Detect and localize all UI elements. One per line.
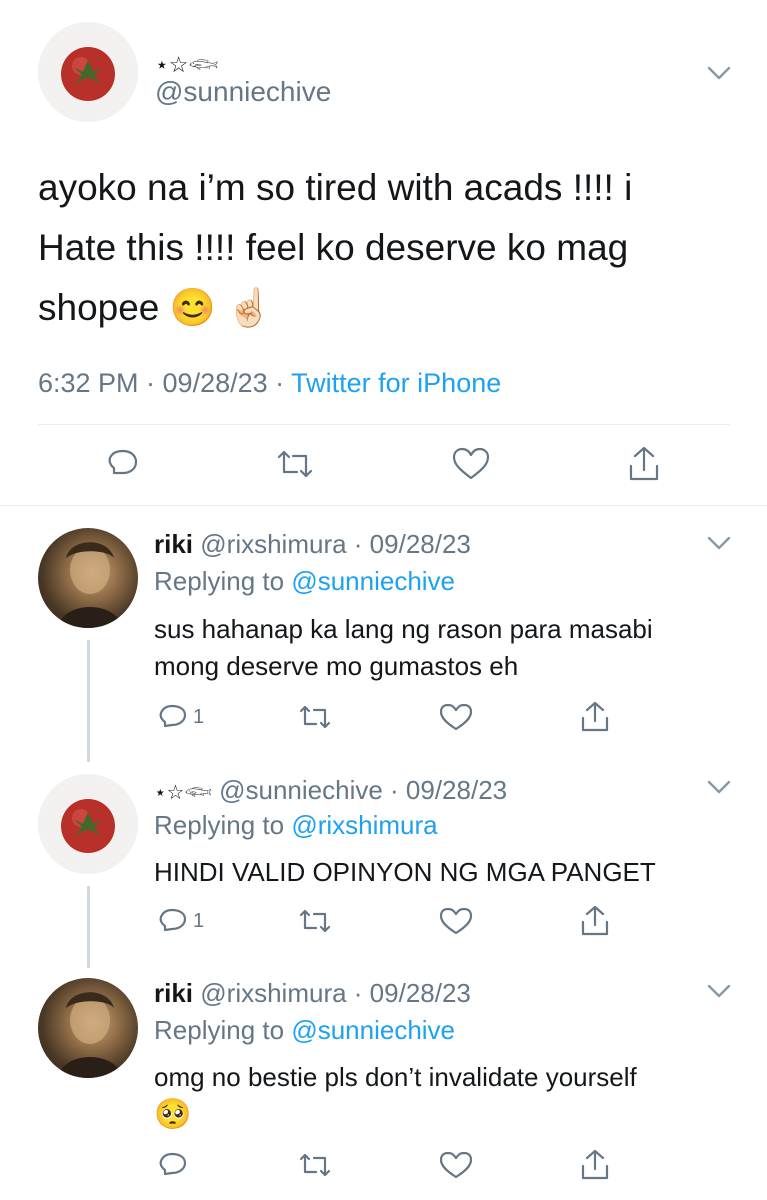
emoji: 🥺	[154, 1098, 192, 1131]
share-icon[interactable]	[579, 700, 611, 734]
timestamp-row: 6:32 PM · 09/28/23 · Twitter for iPhone	[38, 368, 501, 399]
person-photo	[58, 542, 122, 628]
reply-icon[interactable]	[105, 446, 141, 482]
handle-date[interactable]: @rixshimura · 09/28/23	[200, 529, 471, 559]
reply-header: riki @rixshimura · 09/28/23	[154, 978, 471, 1009]
divider	[38, 424, 730, 425]
chevron-down-icon[interactable]	[706, 64, 732, 82]
mention-link[interactable]: @sunniechive	[291, 1015, 455, 1045]
thread-line	[87, 886, 90, 968]
reply-header: ⋆☆𓆟 @sunniechive · 09/28/23	[154, 773, 507, 806]
tomato-icon	[61, 47, 115, 101]
retweet-icon[interactable]	[297, 906, 333, 936]
replying-label: Replying to	[154, 810, 292, 840]
reply-count: 1	[193, 706, 205, 728]
thread-line	[87, 640, 90, 762]
share-icon[interactable]	[626, 444, 662, 484]
reply-text-line: mong deserve mo gumastos eh	[154, 651, 519, 681]
display-name[interactable]: riki	[154, 978, 193, 1008]
tweet-text-line: shopee	[38, 287, 160, 328]
replying-label: Replying to	[154, 1015, 292, 1045]
reply-text: sus hahanap ka lang ng rason para masabi…	[154, 611, 653, 685]
tweet-source[interactable]: Twitter for iPhone	[291, 368, 501, 398]
tomato-icon	[61, 799, 115, 853]
mention-link[interactable]: @sunniechive	[291, 566, 455, 596]
reply-text-line: HINDI VALID OPINYON NG MGA PANGET	[154, 857, 656, 887]
handle-date[interactable]: @rixshimura · 09/28/23	[200, 978, 471, 1008]
display-name[interactable]: ⋆☆𓆟	[154, 782, 212, 804]
reply-icon[interactable]	[157, 1150, 189, 1180]
reply-text-line: omg no bestie pls don’t invalidate yours…	[154, 1062, 637, 1092]
tweet-text: ayoko na i’m so tired with acads !!!! i …	[38, 158, 632, 338]
chevron-down-icon[interactable]	[706, 534, 732, 552]
tweet-text-line: Hate this !!!! feel ko deserve ko mag	[38, 227, 629, 268]
avatar[interactable]	[38, 22, 138, 122]
reply-text-line: sus hahanap ka lang ng rason para masabi	[154, 614, 653, 644]
mention-link[interactable]: @rixshimura	[291, 810, 437, 840]
reply-header: riki @rixshimura · 09/28/23	[154, 529, 471, 560]
reply-count: 1	[193, 910, 205, 932]
display-name[interactable]: ⋆☆𓆟	[155, 44, 219, 80]
reply-text: omg no bestie pls don’t invalidate yours…	[154, 1059, 637, 1133]
replying-to: Replying to @sunniechive	[154, 566, 455, 597]
replying-to: Replying to @rixshimura	[154, 810, 438, 841]
retweet-icon[interactable]	[275, 446, 315, 482]
like-icon[interactable]	[438, 906, 474, 936]
replying-to: Replying to @sunniechive	[154, 1015, 455, 1046]
retweet-icon[interactable]	[297, 702, 333, 732]
avatar[interactable]	[38, 774, 138, 874]
handle-date[interactable]: @sunniechive · 09/28/23	[219, 775, 507, 805]
reply-icon[interactable]	[157, 906, 189, 936]
person-photo	[58, 992, 122, 1078]
retweet-icon[interactable]	[297, 1150, 333, 1180]
share-icon[interactable]	[579, 904, 611, 938]
reply-text: HINDI VALID OPINYON NG MGA PANGET	[154, 854, 656, 891]
display-name[interactable]: riki	[154, 529, 193, 559]
like-icon[interactable]	[438, 702, 474, 732]
handle[interactable]: @sunniechive	[155, 76, 331, 108]
emoji: 😊 ☝🏻	[169, 287, 273, 328]
divider	[0, 505, 767, 506]
tweet-text-line: ayoko na i’m so tired with acads !!!! i	[38, 167, 633, 208]
like-icon[interactable]	[451, 446, 491, 482]
avatar[interactable]	[38, 978, 138, 1078]
reply-icon[interactable]	[157, 702, 189, 732]
avatar[interactable]	[38, 528, 138, 628]
timestamp[interactable]: 6:32 PM · 09/28/23 ·	[38, 368, 291, 398]
chevron-down-icon[interactable]	[706, 982, 732, 1000]
share-icon[interactable]	[579, 1148, 611, 1182]
like-icon[interactable]	[438, 1150, 474, 1180]
replying-label: Replying to	[154, 566, 292, 596]
chevron-down-icon[interactable]	[706, 778, 732, 796]
